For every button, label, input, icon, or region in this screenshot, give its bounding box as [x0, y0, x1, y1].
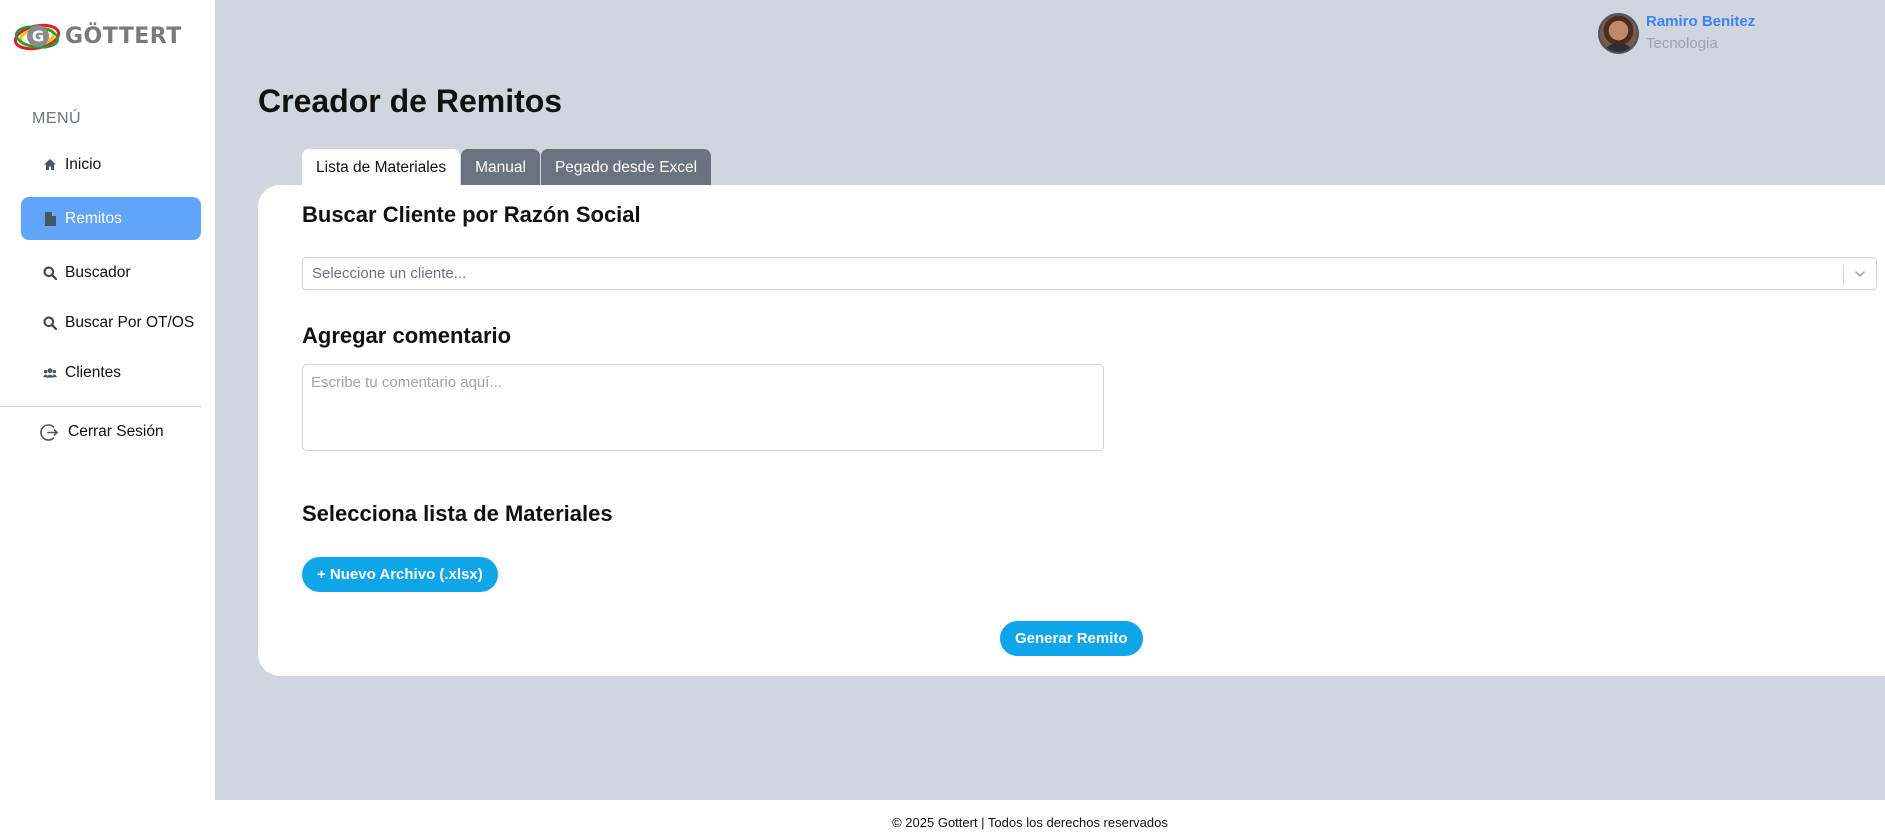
tab-pegado-desde-excel[interactable]: Pegado desde Excel [540, 149, 712, 186]
tab-bar: Lista de Materiales Manual Pegado desde … [302, 149, 712, 186]
brand-name: GÖTTERT [65, 23, 182, 49]
sidebar-item-remitos[interactable]: Remitos [21, 197, 201, 240]
svg-text:G: G [32, 28, 44, 46]
sidebar-item-clientes[interactable]: Clientes [21, 351, 201, 394]
menu-title: MENÚ [32, 110, 82, 127]
brand-logo[interactable]: G GÖTTERT [13, 17, 182, 55]
app-root: G GÖTTERT MENÚ Inicio Remitos Buscador B… [0, 0, 1885, 840]
chevron-down-icon[interactable] [1852, 266, 1868, 286]
sidebar-item-label: Remitos [65, 209, 122, 227]
sidebar-divider [0, 406, 201, 407]
file-icon [43, 211, 57, 226]
remito-form-card: Buscar Cliente por Razón Social Seleccio… [258, 185, 1885, 676]
logout-button[interactable]: Cerrar Sesión [40, 420, 164, 444]
page-title: Creador de Remitos [258, 83, 563, 119]
sidebar-item-inicio[interactable]: Inicio [21, 143, 201, 186]
logout-icon [40, 423, 59, 442]
client-search-heading: Buscar Cliente por Razón Social [302, 202, 641, 227]
sidebar-item-label: Clientes [65, 363, 121, 381]
search-icon [43, 316, 57, 330]
users-icon [43, 366, 57, 380]
comment-heading: Agregar comentario [302, 323, 512, 348]
search-icon [43, 266, 57, 280]
tab-lista-de-materiales[interactable]: Lista de Materiales [302, 149, 461, 186]
sidebar-item-label: Buscar Por OT/OS [65, 313, 195, 331]
user-name: Ramiro Benitez [1646, 13, 1756, 31]
avatar[interactable] [1598, 13, 1639, 54]
logout-label: Cerrar Sesión [68, 423, 164, 440]
client-select[interactable]: Seleccione un cliente... [302, 257, 1877, 290]
select-separator [1843, 265, 1844, 284]
footer: © 2025 Gottert | Todos los derechos rese… [0, 800, 1885, 840]
generate-remito-button[interactable]: Generar Remito [1000, 621, 1143, 656]
new-file-button[interactable]: + Nuevo Archivo (.xlsx) [302, 557, 498, 592]
sidebar-item-buscar-por-ot-os[interactable]: Buscar Por OT/OS [21, 301, 201, 344]
tab-manual[interactable]: Manual [461, 149, 540, 186]
user-profile[interactable]: Ramiro Benitez Tecnologia [1598, 13, 1755, 54]
main-content: Ramiro Benitez Tecnologia Creador de Rem… [215, 0, 1885, 800]
user-role: Tecnologia [1646, 35, 1718, 52]
home-icon [43, 158, 57, 172]
sidebar: G GÖTTERT MENÚ Inicio Remitos Buscador B… [0, 0, 215, 800]
client-select-placeholder: Seleccione un cliente... [312, 265, 467, 282]
materials-heading: Selecciona lista de Materiales [302, 501, 613, 526]
sidebar-item-label: Buscador [65, 263, 131, 281]
sidebar-item-label: Inicio [65, 155, 102, 173]
sidebar-item-buscador[interactable]: Buscador [21, 251, 201, 294]
gottert-logo-icon: G [13, 23, 61, 51]
comment-textarea[interactable] [302, 364, 1104, 451]
user-info: Ramiro Benitez Tecnologia [1646, 13, 1755, 54]
